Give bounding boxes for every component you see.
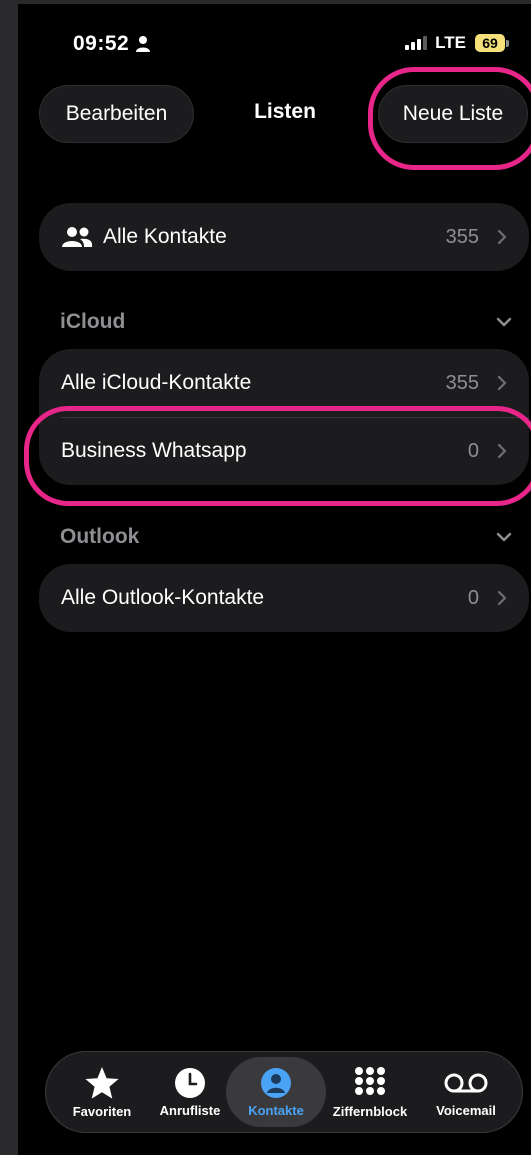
tab-favorites[interactable]: Favoriten	[58, 1052, 146, 1132]
list-item-label: Alle Outlook-Kontakte	[61, 586, 265, 609]
section-title-outlook: Outlook	[60, 525, 140, 548]
list-item-count: 355	[445, 371, 479, 394]
battery-level: 69	[475, 34, 505, 52]
outlook-group: Alle Outlook-Kontakte 0	[39, 564, 529, 632]
tab-voicemail[interactable]: Voicemail	[422, 1052, 510, 1132]
tab-label: Anrufliste	[159, 1102, 221, 1118]
person-icon	[136, 36, 151, 52]
network-label: LTE	[435, 33, 466, 52]
list-item[interactable]: Alle Outlook-Kontakte 0	[39, 564, 529, 632]
keypad-icon	[355, 1066, 385, 1095]
page-title: Listen	[254, 100, 316, 123]
phone-screen: 09:52 LTE 69 Bearbeiten Listen Neue List…	[0, 0, 531, 1155]
status-time: 09:52	[73, 32, 151, 56]
section-header-icloud[interactable]: iCloud	[60, 310, 512, 334]
list-item[interactable]: Business Whatsapp 0	[39, 417, 529, 485]
tab-recents[interactable]: Anrufliste	[146, 1052, 234, 1132]
chevron-down-icon	[496, 532, 512, 542]
left-bezel	[0, 0, 18, 1155]
star-icon	[85, 1066, 119, 1099]
list-item-label: Alle iCloud-Kontakte	[61, 371, 252, 394]
status-indicators: LTE 69	[405, 33, 509, 53]
voicemail-icon	[444, 1073, 488, 1092]
tab-contacts[interactable]: Kontakte	[232, 1052, 320, 1132]
battery-icon: 69	[475, 34, 509, 52]
icloud-group: Alle iCloud-Kontakte 355 Business Whatsa…	[39, 349, 529, 485]
tab-label: Favoriten	[72, 1103, 132, 1119]
tab-keypad[interactable]: Ziffernblock	[324, 1052, 416, 1132]
signal-icon	[405, 36, 428, 50]
chevron-right-icon	[497, 590, 507, 606]
list-item-count: 0	[467, 586, 479, 609]
edit-button[interactable]: Bearbeiten	[39, 85, 194, 143]
person-circle-icon	[261, 1067, 291, 1098]
tab-label: Kontakte	[248, 1102, 304, 1118]
chevron-right-icon	[497, 229, 507, 245]
all-contacts-count: 355	[445, 225, 479, 248]
top-bezel	[0, 0, 531, 4]
all-contacts-label: Alle Kontakte	[103, 225, 227, 248]
tab-label: Ziffernblock	[332, 1103, 408, 1119]
list-item-label: Business Whatsapp	[61, 439, 247, 462]
section-title-icloud: iCloud	[60, 310, 126, 333]
tab-bar: Favoriten Anrufliste Kontakte Ziffernblo…	[45, 1051, 523, 1133]
clock-icon	[175, 1067, 205, 1098]
chevron-down-icon	[496, 317, 512, 327]
chevron-right-icon	[497, 443, 507, 459]
list-item-count: 0	[467, 439, 479, 462]
new-list-button[interactable]: Neue Liste	[378, 85, 528, 143]
section-header-outlook[interactable]: Outlook	[60, 525, 512, 549]
time-text: 09:52	[73, 32, 130, 55]
all-contacts-group: Alle Kontakte 355	[39, 203, 529, 271]
all-contacts-row[interactable]: Alle Kontakte 355	[39, 203, 529, 271]
list-item[interactable]: Alle iCloud-Kontakte 355	[39, 349, 529, 417]
people-icon	[62, 227, 93, 247]
tab-label: Voicemail	[436, 1102, 496, 1118]
chevron-right-icon	[497, 375, 507, 391]
